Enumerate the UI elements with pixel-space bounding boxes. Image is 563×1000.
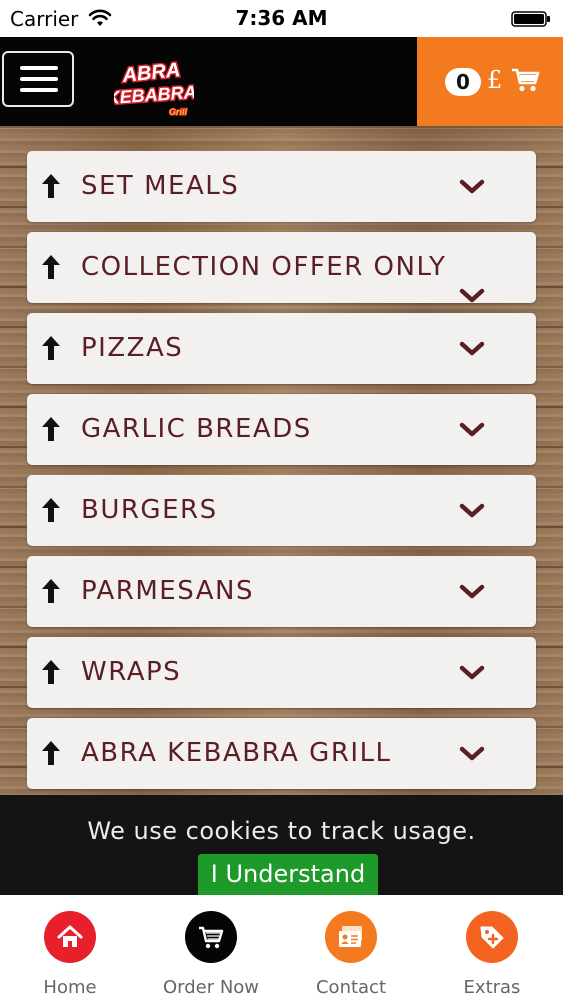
arrow-up-icon — [42, 174, 60, 198]
app-screen: Carrier 7:36 AM ABRA KEBABRA Grill 0 £ S… — [0, 0, 563, 1000]
header-cart-button[interactable]: 0 £ — [417, 37, 563, 126]
chevron-down-icon — [459, 179, 485, 194]
arrow-up-icon — [42, 417, 60, 441]
contact-card-icon — [339, 926, 362, 947]
hamburger-line — [20, 77, 58, 81]
category-item[interactable]: ABRA KEBABRA GRILL — [27, 718, 536, 789]
cart-icon — [199, 926, 224, 949]
category-item[interactable]: WRAPS — [27, 637, 536, 708]
home-icon — [57, 925, 83, 947]
chevron-down-icon — [459, 288, 485, 303]
home-tab-circle — [44, 911, 96, 963]
category-item[interactable]: PIZZAS — [27, 313, 536, 384]
i-understand-button[interactable]: I Understand — [198, 854, 378, 895]
category-item[interactable]: SET MEALS — [27, 151, 536, 222]
category-label: COLLECTION OFFER ONLY — [81, 252, 447, 282]
tab-extras[interactable]: Extras — [422, 895, 562, 1000]
category-item[interactable]: GARLIC BREADS — [27, 394, 536, 465]
tag-icon — [480, 926, 504, 949]
chevron-down-icon — [459, 665, 485, 680]
clock: 7:36 AM — [235, 6, 328, 30]
arrow-up-icon — [42, 579, 60, 603]
status-bar: Carrier 7:36 AM — [0, 0, 563, 37]
tab-label: Contact — [315, 977, 387, 998]
arrow-up-icon — [42, 255, 60, 279]
arrow-up-icon — [42, 498, 60, 522]
chevron-down-icon — [459, 584, 485, 599]
tab-label: Extras — [463, 977, 521, 998]
tab-order-now[interactable]: Order Now — [141, 895, 281, 1000]
category-label: PARMESANS — [81, 576, 254, 606]
chevron-down-icon — [459, 422, 485, 437]
category-label: GARLIC BREADS — [81, 414, 312, 444]
chevron-down-icon — [459, 341, 485, 356]
tab-contact[interactable]: Contact — [281, 895, 421, 1000]
extras-tab-circle — [466, 911, 518, 963]
abra-kebabra-logo[interactable]: ABRA KEBABRA Grill — [114, 57, 194, 119]
category-label: BURGERS — [81, 495, 218, 525]
shopping-cart-icon — [512, 68, 540, 92]
hamburger-line — [20, 66, 58, 70]
logo-text: KEBABRA — [114, 82, 194, 108]
logo-text: Grill — [169, 107, 188, 117]
tab-label: Order Now — [162, 977, 260, 998]
category-item[interactable]: BURGERS — [27, 475, 536, 546]
arrow-up-icon — [42, 741, 60, 765]
category-item[interactable]: PARMESANS — [27, 556, 536, 627]
category-label: PIZZAS — [81, 333, 184, 363]
cart-currency-symbol: £ — [487, 66, 503, 94]
contact-tab-circle — [325, 911, 377, 963]
tab-label: Home — [43, 977, 97, 998]
tab-home[interactable]: Home — [0, 895, 140, 1000]
app-header: ABRA KEBABRA Grill 0 £ — [0, 37, 563, 126]
chevron-down-icon — [459, 503, 485, 518]
cart-count-badge: 0 — [445, 68, 481, 96]
cookie-banner: We use cookies to track usage. I Underst… — [0, 795, 563, 895]
bottom-tab-bar: Home Order Now Contact Extras — [0, 895, 563, 1000]
hamburger-line — [20, 88, 58, 92]
hamburger-menu-button[interactable] — [2, 51, 74, 107]
battery-icon — [511, 11, 550, 27]
arrow-up-icon — [42, 660, 60, 684]
cookie-message: We use cookies to track usage. — [87, 817, 476, 845]
category-label: SET MEALS — [81, 171, 240, 201]
category-item[interactable]: COLLECTION OFFER ONLY — [27, 232, 536, 303]
category-label: WRAPS — [81, 657, 182, 687]
order-now-tab-circle — [185, 911, 237, 963]
category-label: ABRA KEBABRA GRILL — [81, 738, 392, 768]
chevron-down-icon — [459, 746, 485, 761]
arrow-up-icon — [42, 336, 60, 360]
